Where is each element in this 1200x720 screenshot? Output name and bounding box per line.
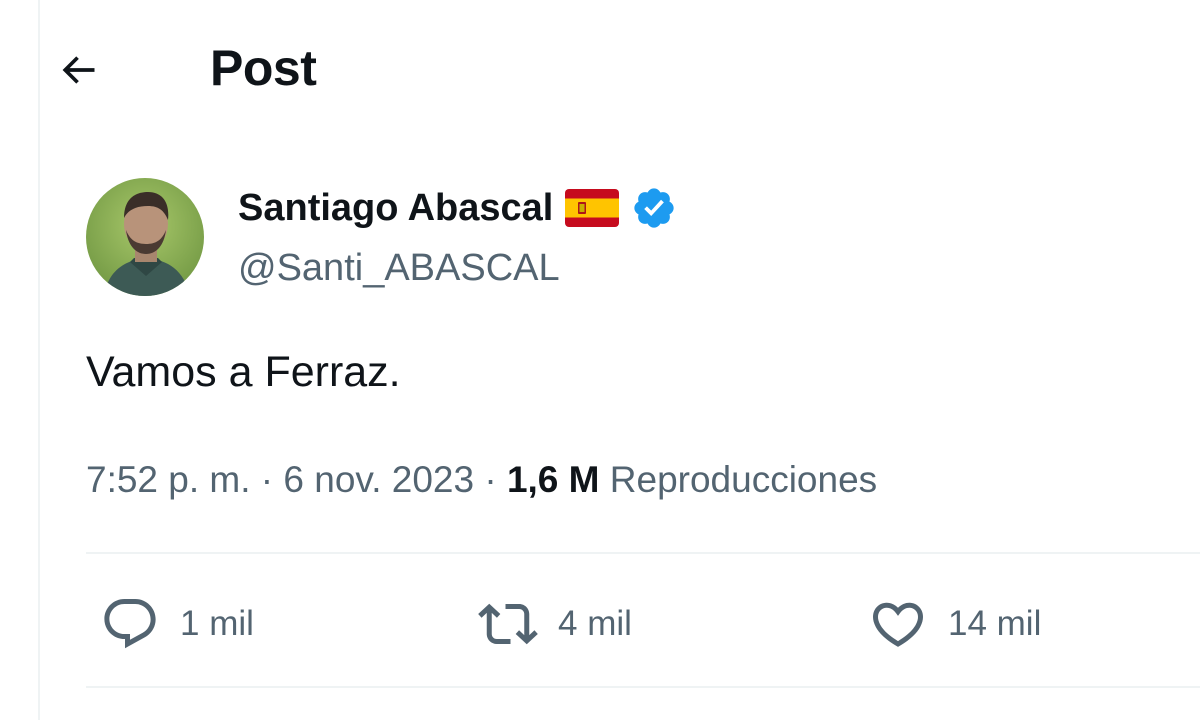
avatar-image <box>86 178 204 296</box>
author-display-name[interactable]: Santiago Abascal <box>238 180 553 236</box>
repost-button[interactable]: 4 mil <box>478 586 632 662</box>
reply-button[interactable]: 1 mil <box>100 586 254 662</box>
post-author: Santiago Abascal @Santi_ABASCAL <box>238 180 677 294</box>
author-name-row: Santiago Abascal <box>238 180 677 236</box>
views-label: Reproducciones <box>609 459 878 500</box>
heart-icon <box>872 602 924 647</box>
arrow-left-icon <box>62 56 95 84</box>
page-title: Post <box>210 40 317 96</box>
post-date[interactable]: 6 nov. 2023 <box>283 459 474 500</box>
post-meta: 7:52 p. m. · 6 nov. 2023 · 1,6 M Reprodu… <box>86 452 877 508</box>
avatar[interactable] <box>86 178 204 296</box>
repost-icon <box>478 603 538 645</box>
views-count: 1,6 M <box>506 459 600 500</box>
meta-separator: · <box>250 459 284 500</box>
post-page: Post Santiago Abascal @Santi_ABASCAL Vam… <box>0 0 1200 720</box>
divider <box>86 686 1200 688</box>
reply-icon <box>104 599 156 649</box>
like-button[interactable]: 14 mil <box>868 586 1041 662</box>
reply-count: 1 mil <box>180 604 254 643</box>
post-time[interactable]: 7:52 p. m. <box>86 459 251 500</box>
like-count: 14 mil <box>948 604 1042 643</box>
repost-count: 4 mil <box>558 604 632 643</box>
spain-flag-icon <box>565 189 620 227</box>
back-button[interactable] <box>52 44 104 96</box>
meta-separator: · <box>474 459 507 500</box>
verified-badge-icon[interactable] <box>631 185 677 231</box>
divider <box>86 552 1200 554</box>
post-actions-bar: 1 mil 4 mil 14 mil <box>86 586 1200 662</box>
post-text: Vamos a Ferraz. <box>86 348 401 396</box>
author-handle[interactable]: @Santi_ABASCAL <box>238 242 677 294</box>
column-divider <box>38 0 40 720</box>
